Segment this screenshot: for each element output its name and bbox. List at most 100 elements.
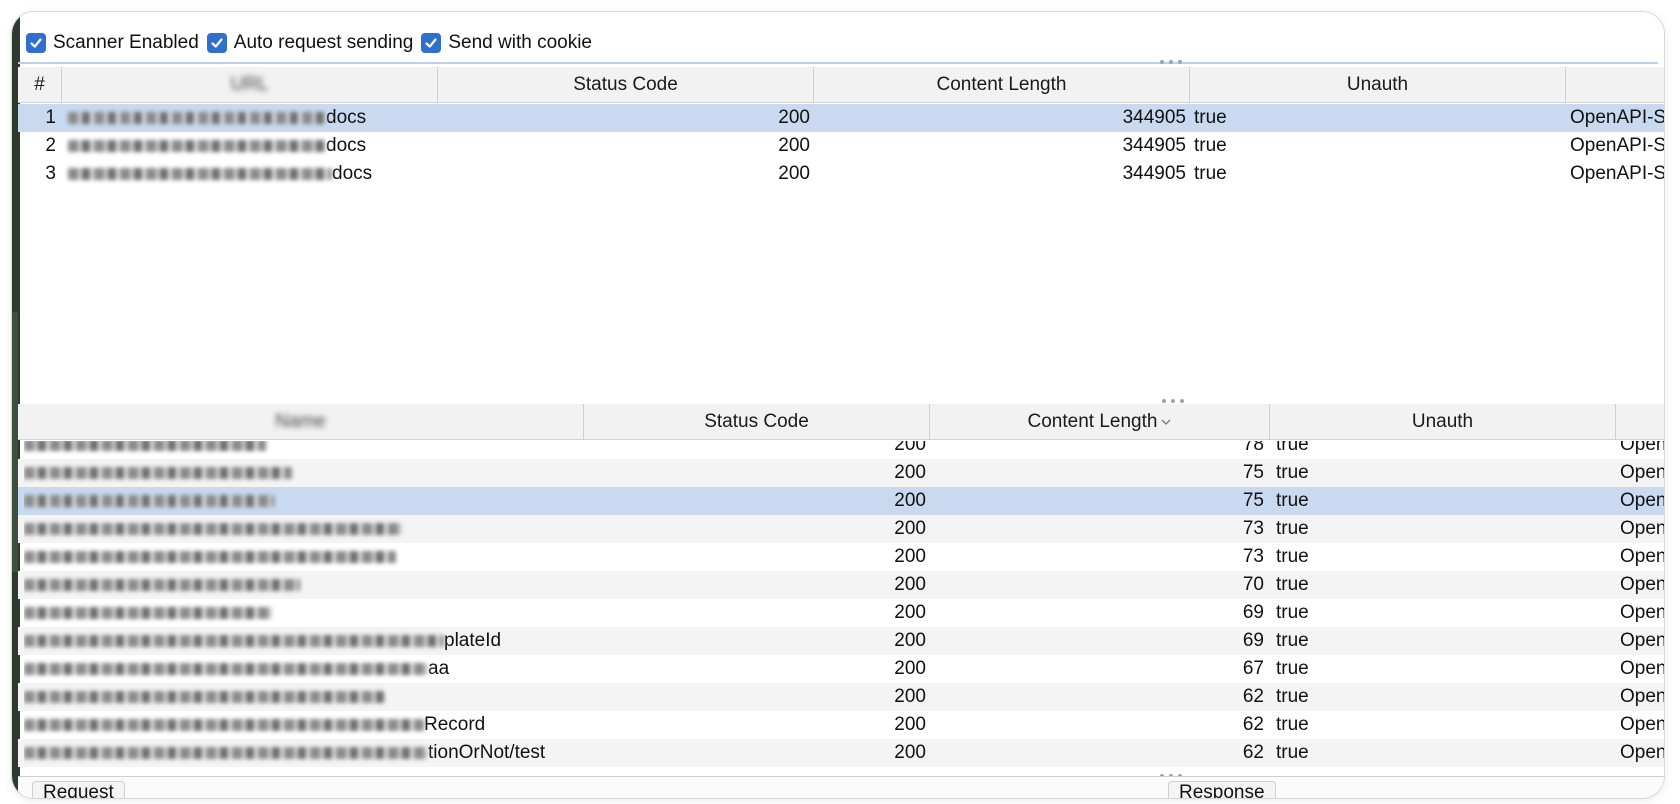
type-cell: OpenA: [1620, 574, 1664, 595]
type-cell: OpenA: [1620, 658, 1664, 679]
endpoints-table: Name Status Code Content Length Unauth 2…: [18, 404, 1664, 774]
scanner-enabled-label: Scanner Enabled: [53, 32, 199, 53]
status-code-cell: 200: [894, 742, 926, 763]
unauth-cell: true: [1194, 135, 1227, 156]
table-row[interactable]: 3 docs 200 344905 true OpenAPI-S: [18, 160, 1664, 188]
tab-response[interactable]: Response: [1168, 781, 1276, 798]
name-suffix: Record: [424, 714, 486, 735]
content-length-cell: 73: [1242, 518, 1264, 539]
table-row[interactable]: plateId 200 69 true OpenA: [18, 627, 1664, 655]
column-header-name[interactable]: Name: [18, 404, 584, 440]
table-row[interactable]: 200 75 true OpenA: [18, 459, 1664, 487]
table-row[interactable]: 1 docs 200 344905 true OpenAPI-S: [18, 104, 1664, 132]
url-cell: docs: [62, 104, 438, 132]
table-row[interactable]: 200 69 true OpenA: [18, 599, 1664, 627]
chevron-down-icon: [1162, 419, 1171, 425]
type-cell: OpenA: [1620, 630, 1664, 651]
urls-table: # URL Status Code Content Length Unauth …: [18, 67, 1664, 409]
content-length-cell: 344905: [1122, 107, 1186, 128]
row-number: 1: [45, 107, 56, 128]
name-cell: [24, 571, 584, 599]
column-header-unauth[interactable]: Unauth: [1190, 67, 1566, 103]
unauth-cell: true: [1276, 518, 1309, 539]
type-cell: OpenAPI-S: [1570, 135, 1664, 156]
url-cell: docs: [62, 160, 438, 188]
checkmark-icon: [206, 33, 227, 53]
type-cell: OpenA: [1620, 742, 1664, 763]
name-cell: [24, 543, 584, 571]
column-header-content-length[interactable]: Content Length: [930, 404, 1270, 440]
type-cell: OpenAPI-S: [1570, 163, 1664, 184]
column-header-content-length[interactable]: Content Length: [814, 67, 1190, 103]
auto-request-sending-label: Auto request sending: [233, 32, 414, 53]
type-cell: OpenA: [1620, 602, 1664, 623]
unauth-cell: true: [1276, 658, 1309, 679]
table-row[interactable]: 200 70 true OpenA: [18, 571, 1664, 599]
status-code-cell: 200: [894, 630, 926, 651]
status-code-cell: 200: [778, 135, 810, 156]
unauth-cell: true: [1276, 686, 1309, 707]
status-code-cell: 200: [894, 490, 926, 511]
splitter-top[interactable]: [18, 62, 1658, 64]
send-with-cookie-checkbox[interactable]: Send with cookie: [421, 32, 592, 54]
unauth-cell: true: [1276, 602, 1309, 623]
type-cell: OpenA: [1620, 714, 1664, 735]
content-length-cell: 62: [1242, 686, 1264, 707]
status-code-cell: 200: [894, 441, 926, 455]
content-length-cell: 69: [1242, 630, 1264, 651]
name-cell: [24, 487, 584, 515]
name-cell: plateId: [24, 627, 584, 655]
table-row[interactable]: 200 73 true OpenA: [18, 515, 1664, 543]
column-header-url[interactable]: URL: [62, 67, 438, 103]
column-header-type[interactable]: [1566, 67, 1664, 103]
column-header-status-code[interactable]: Status Code: [438, 67, 814, 103]
name-cell: [24, 459, 584, 487]
table-row[interactable]: aa 200 67 true OpenA: [18, 655, 1664, 683]
scanner-enabled-checkbox[interactable]: Scanner Enabled: [26, 32, 199, 54]
column-header-number[interactable]: #: [18, 67, 62, 103]
column-header-type[interactable]: [1616, 404, 1664, 440]
type-cell: OpenA: [1620, 518, 1664, 539]
table-row[interactable]: 2 docs 200 344905 true OpenAPI-S: [18, 132, 1664, 160]
unauth-cell: true: [1276, 490, 1309, 511]
splitter-grip-icon[interactable]: [1160, 59, 1182, 65]
status-code-cell: 200: [894, 602, 926, 623]
row-number: 3: [45, 163, 56, 184]
name-suffix: aa: [428, 658, 450, 679]
unauth-cell: true: [1276, 546, 1309, 567]
content-length-cell: 69: [1242, 602, 1264, 623]
name-cell: [24, 599, 584, 627]
endpoints-table-body: 200 78 true OpenA 200 75 true OpenA 200 75 true Ope…: [18, 441, 1664, 773]
content-length-cell: 67: [1242, 658, 1264, 679]
table-row[interactable]: Record 200 62 true OpenA: [18, 711, 1664, 739]
content-length-cell: 73: [1242, 546, 1264, 567]
name-cell: aa: [24, 655, 584, 683]
unauth-cell: true: [1276, 574, 1309, 595]
column-header-status-code[interactable]: Status Code: [584, 404, 930, 440]
column-header-unauth[interactable]: Unauth: [1270, 404, 1616, 440]
type-cell: OpenA: [1620, 686, 1664, 707]
name-cell: [24, 683, 584, 711]
content-length-cell: 75: [1242, 462, 1264, 483]
content-length-cell: 344905: [1122, 135, 1186, 156]
table-row[interactable]: tionOrNot/test 200 62 true OpenA: [18, 739, 1664, 767]
name-cell: tionOrNot/test: [24, 739, 584, 767]
urls-table-header: # URL Status Code Content Length Unauth: [18, 67, 1664, 103]
table-row[interactable]: 200 73 true OpenA: [18, 543, 1664, 571]
status-code-cell: 200: [894, 546, 926, 567]
table-row[interactable]: 200 75 true OpenA: [18, 487, 1664, 515]
table-row[interactable]: 200 78 true OpenA: [18, 441, 1664, 459]
type-cell: OpenA: [1620, 441, 1664, 455]
tab-request[interactable]: Request: [32, 781, 125, 798]
name-cell: [24, 441, 584, 459]
app-window: Scanner Enabled Auto request sending Sen…: [12, 12, 1664, 798]
status-code-cell: 200: [894, 518, 926, 539]
table-row[interactable]: 200 62 true OpenA: [18, 683, 1664, 711]
unauth-cell: true: [1276, 441, 1309, 455]
url-cell: docs: [62, 132, 438, 160]
checkmark-icon: [421, 33, 442, 53]
content-length-cell: 70: [1242, 574, 1264, 595]
toolbar: Scanner Enabled Auto request sending Sen…: [26, 28, 600, 58]
unauth-cell: true: [1276, 630, 1309, 651]
auto-request-sending-checkbox[interactable]: Auto request sending: [206, 32, 414, 54]
